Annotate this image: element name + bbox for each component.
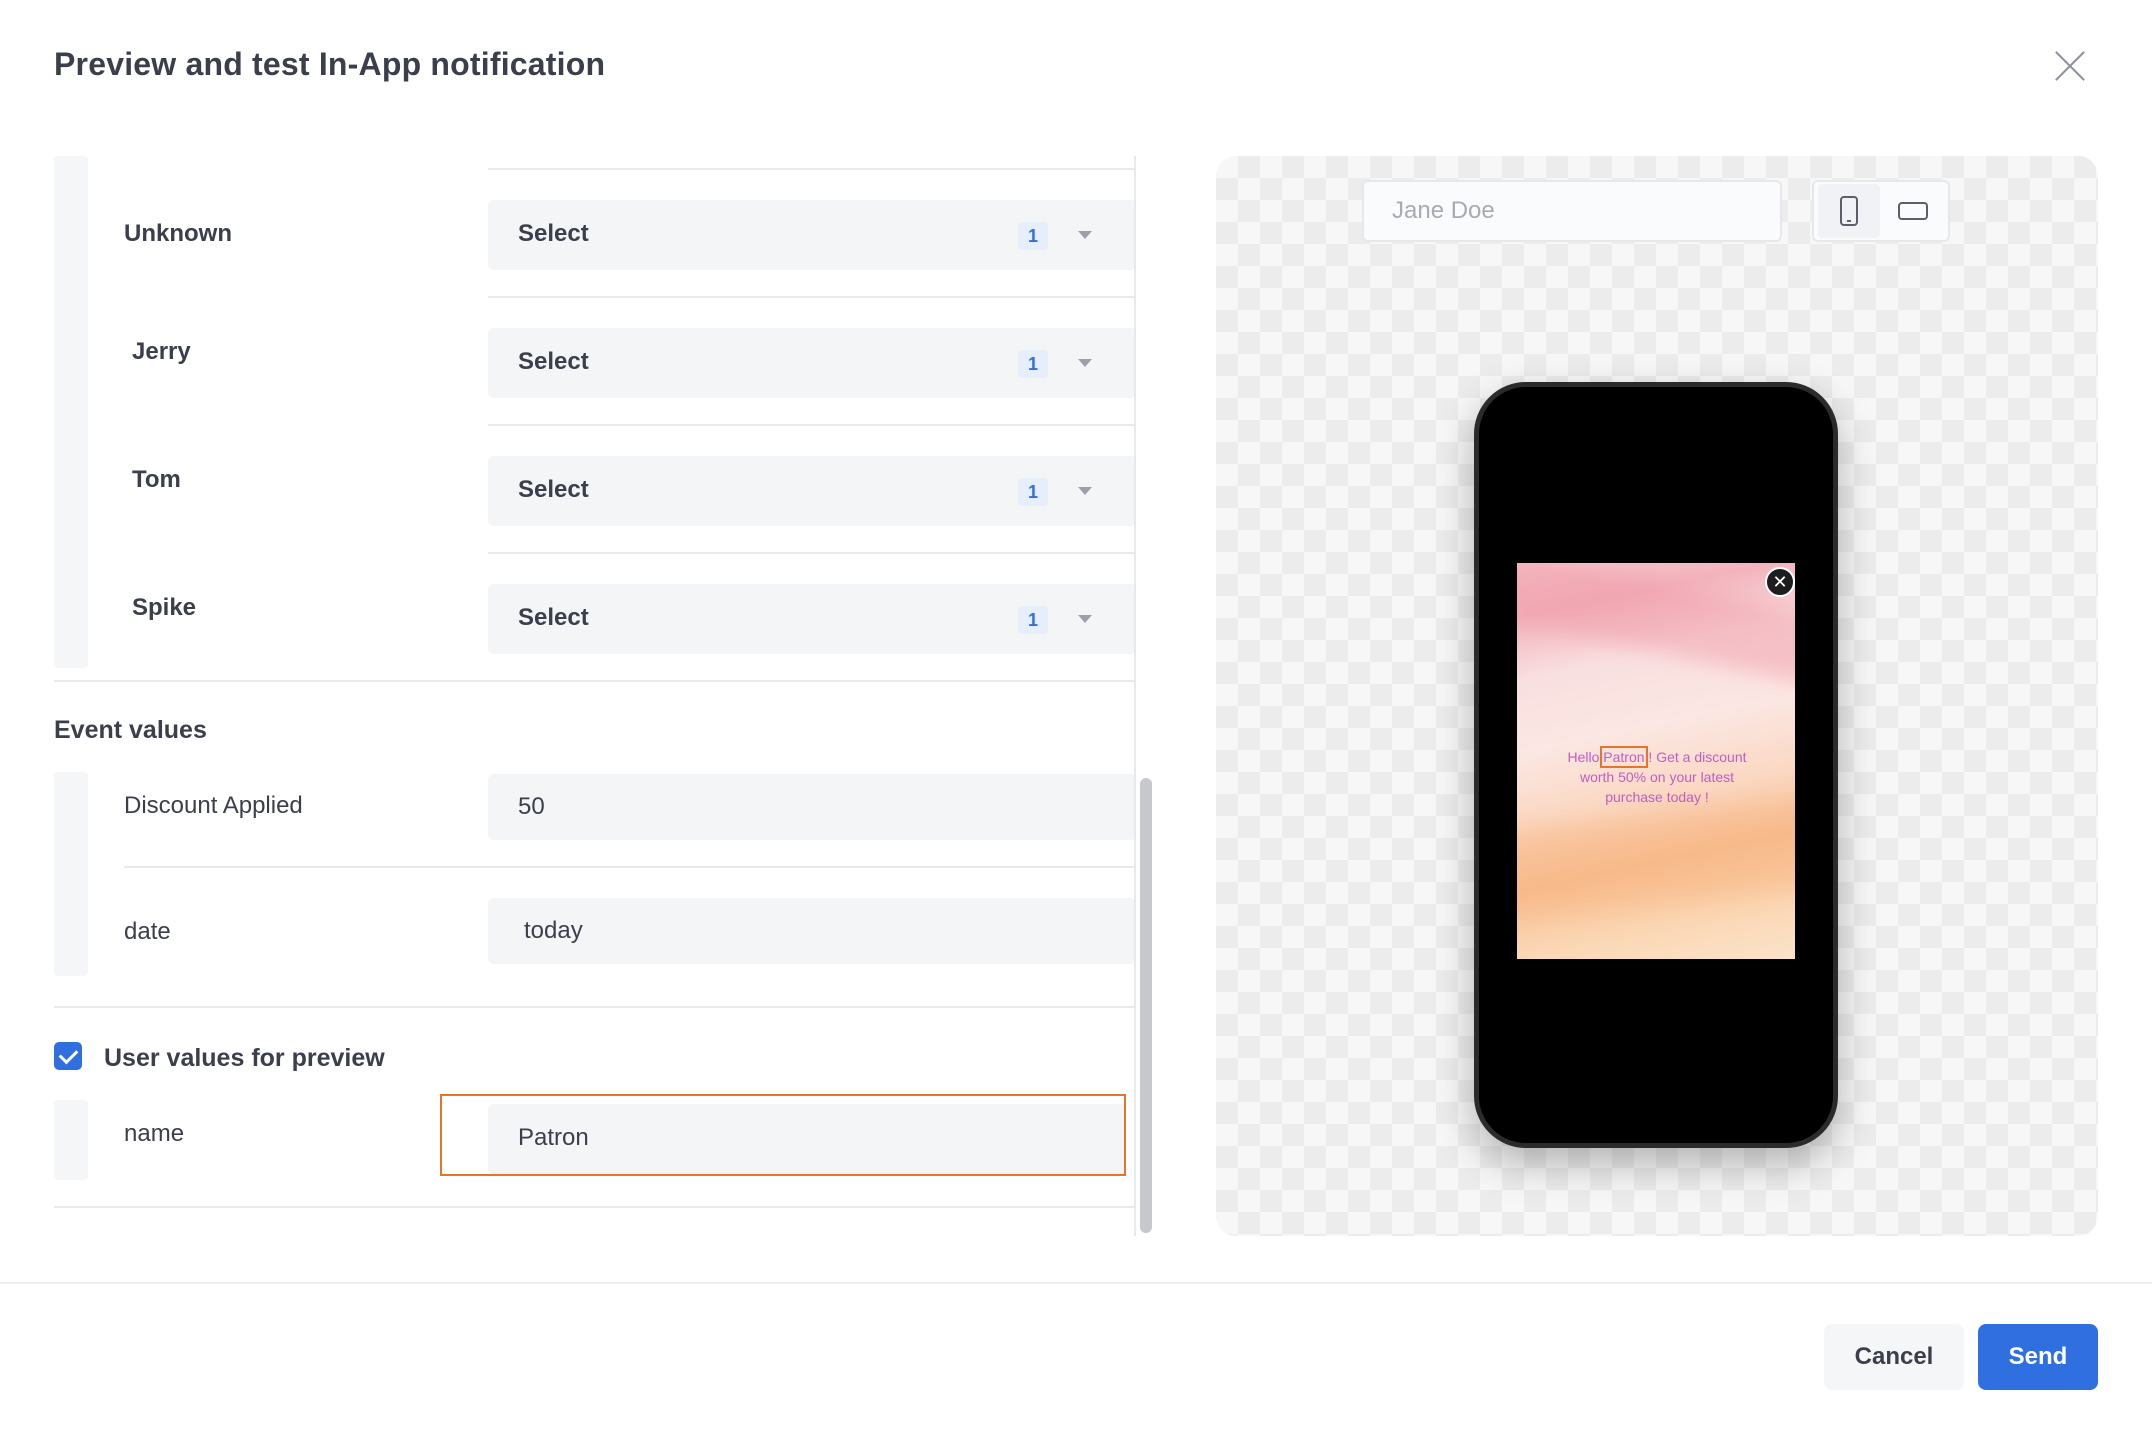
row-divider	[488, 552, 1136, 554]
select-text: Select	[518, 348, 589, 375]
phone-frame: ✕ Hello Patron ! Get a discount worth 50…	[1474, 382, 1838, 1148]
scroll-track	[1134, 156, 1136, 1236]
top-divider	[488, 168, 1136, 170]
close-icon[interactable]	[2054, 50, 2086, 82]
input-value: 50	[518, 793, 545, 820]
message-prefix: Hello	[1567, 749, 1604, 765]
phone-icon	[1840, 196, 1858, 226]
event-values-indent	[54, 772, 88, 976]
device-toggle	[1812, 180, 1950, 242]
close-icon[interactable]: ✕	[1765, 567, 1795, 597]
variant-label: Tom	[132, 466, 181, 493]
variants-indent	[54, 156, 88, 668]
input-value: today	[524, 917, 583, 944]
select-text: Select	[518, 604, 589, 631]
chevron-down-icon	[1078, 359, 1092, 367]
event-values-title: Event values	[54, 716, 207, 744]
select-text: Select	[518, 476, 589, 503]
section-divider	[54, 1006, 1136, 1008]
event-label: Discount Applied	[124, 792, 303, 819]
variant-select[interactable]: Select 1	[488, 584, 1136, 654]
variant-select[interactable]: Select 1	[488, 200, 1136, 270]
variant-label: Jerry	[132, 338, 191, 365]
preview-pane: ✕ Hello Patron ! Get a discount worth 50…	[1216, 156, 2098, 1236]
user-values-checkbox[interactable]	[54, 1042, 82, 1070]
personalized-name: Patron	[1600, 746, 1648, 768]
tablet-icon	[1898, 202, 1928, 220]
row-divider	[124, 866, 1136, 868]
bottom-divider	[54, 1206, 1136, 1208]
user-values-label[interactable]: User values for preview	[104, 1044, 385, 1073]
highlight-frame	[440, 1094, 1126, 1176]
section-divider	[54, 680, 1136, 682]
notification-card[interactable]: ✕ Hello Patron ! Get a discount worth 50…	[1517, 563, 1795, 959]
event-label: date	[124, 918, 171, 945]
variant-label: Unknown	[124, 220, 232, 247]
variant-select[interactable]: Select 1	[488, 328, 1136, 398]
count-badge: 1	[1018, 222, 1048, 250]
scrollbar-thumb[interactable]	[1140, 778, 1152, 1233]
select-text: Select	[518, 220, 589, 247]
count-badge: 1	[1018, 350, 1048, 378]
send-button[interactable]: Send	[1978, 1324, 2098, 1390]
date-input[interactable]: today	[488, 898, 1136, 964]
chevron-down-icon	[1078, 231, 1092, 239]
test-values-panel: Unknown Select 1 Jerry Select 1 Tom Sele…	[54, 156, 1136, 1236]
footer-divider	[0, 1282, 2152, 1284]
chevron-down-icon	[1078, 615, 1092, 623]
phone-view-button[interactable]	[1818, 184, 1880, 238]
preview-user-input[interactable]	[1362, 180, 1782, 242]
tablet-view-button[interactable]	[1882, 184, 1944, 238]
chevron-down-icon	[1078, 487, 1092, 495]
cancel-button[interactable]: Cancel	[1824, 1324, 1964, 1390]
count-badge: 1	[1018, 478, 1048, 506]
count-badge: 1	[1018, 606, 1048, 634]
notification-message: Hello Patron ! Get a discount worth 50% …	[1557, 746, 1757, 807]
discount-input[interactable]: 50	[488, 774, 1136, 840]
user-label: name	[124, 1120, 185, 1147]
row-divider	[488, 296, 1136, 298]
variant-label: Spike	[132, 594, 197, 621]
user-values-indent	[54, 1100, 88, 1180]
variant-select[interactable]: Select 1	[488, 456, 1136, 526]
modal-title: Preview and test In-App notification	[54, 46, 606, 82]
row-divider	[488, 424, 1136, 426]
